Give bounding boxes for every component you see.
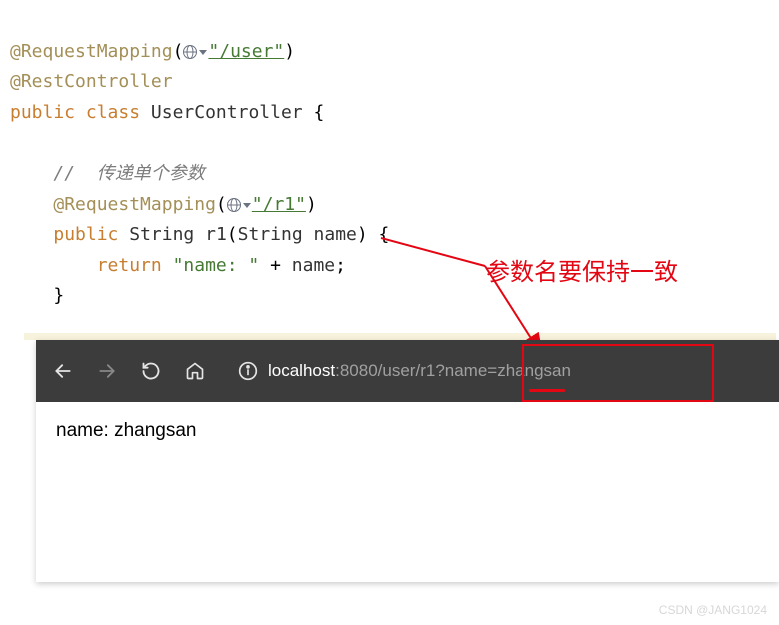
mapping-user-path: "/user" <box>208 41 284 62</box>
globe-icon <box>227 198 241 212</box>
keyword-return: return <box>97 255 162 276</box>
annotation-requestmapping: @RequestMapping <box>10 41 173 62</box>
keyword-public: public <box>10 102 75 123</box>
home-button[interactable] <box>184 360 206 382</box>
annotation-requestmapping-r1: @RequestMapping <box>53 194 216 215</box>
comment-pass-param: // 传递单个参数 <box>53 163 204 184</box>
callout-text: 参数名要保持一致 <box>486 252 678 287</box>
chevron-down-icon[interactable] <box>199 50 207 55</box>
string-name: "name: " <box>173 255 260 276</box>
brace-open: { <box>313 102 324 123</box>
return-type: String <box>129 224 194 245</box>
param-type: String <box>238 224 303 245</box>
plus-op: + <box>259 255 292 276</box>
param-name: name <box>314 224 357 245</box>
annotation-restcontroller: @RestController <box>10 71 173 92</box>
globe-icon <box>183 45 197 59</box>
brace-close-inner: } <box>53 285 64 306</box>
chevron-down-icon[interactable] <box>243 203 251 208</box>
sig-close: ) { <box>357 224 390 245</box>
watermark: CSDN @JANG1024 <box>659 603 767 617</box>
method-r1: r1 <box>205 224 227 245</box>
mapping-r1-path: "/r1" <box>252 194 306 215</box>
forward-button[interactable] <box>96 360 118 382</box>
browser-content: name: zhangsan <box>36 402 779 582</box>
var-name: name <box>292 255 335 276</box>
highlight-box <box>522 344 714 402</box>
highlight-underline <box>529 389 565 392</box>
address-bar[interactable]: localhost:8080/user/r1?name=zhangsan <box>238 361 571 381</box>
response-body: name: zhangsan <box>56 420 197 441</box>
reload-button[interactable] <box>140 360 162 382</box>
class-name: UserController <box>151 102 303 123</box>
info-icon <box>238 361 258 381</box>
keyword-class: class <box>86 102 140 123</box>
keyword-public: public <box>53 224 118 245</box>
back-button[interactable] <box>52 360 74 382</box>
semicolon: ; <box>335 255 346 276</box>
